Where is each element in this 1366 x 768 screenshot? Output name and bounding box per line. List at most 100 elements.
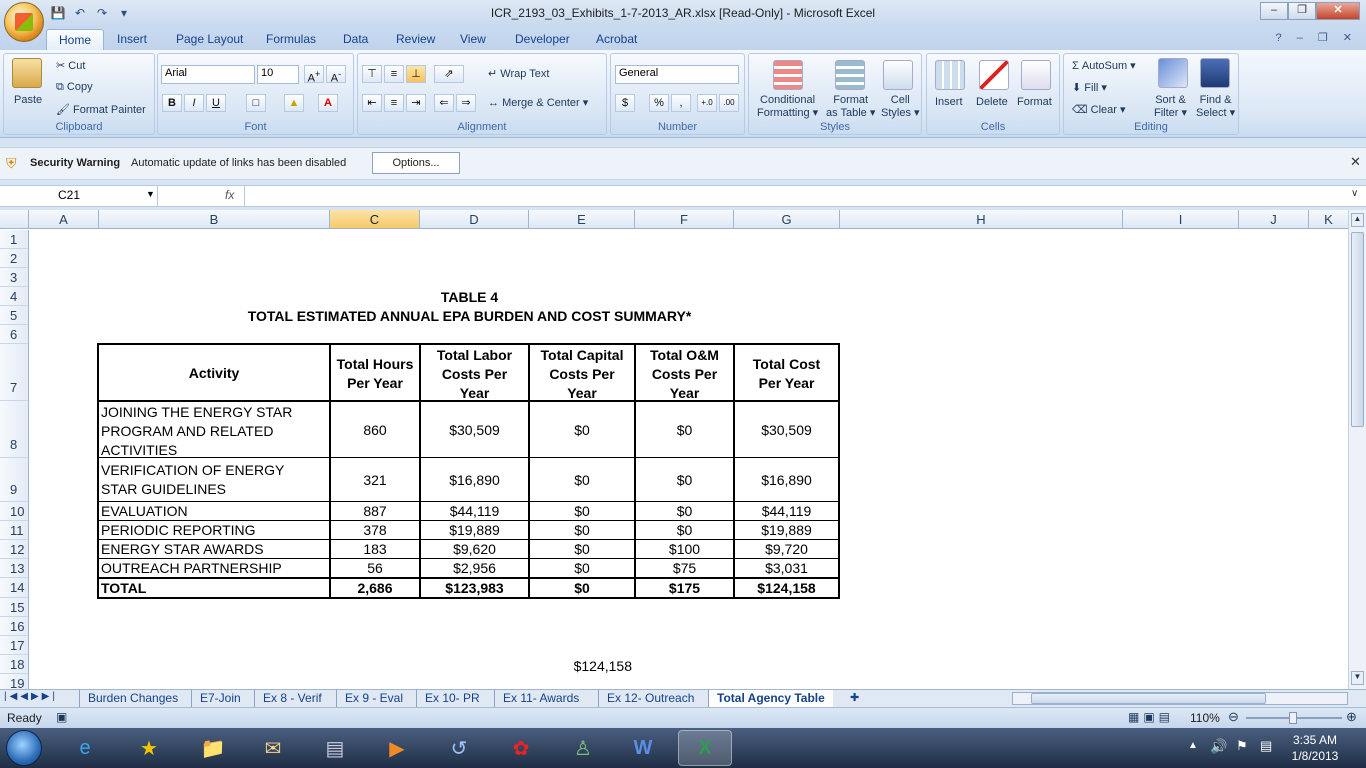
om-cell[interactable]: $100 — [636, 541, 733, 557]
insert-sheet-icon[interactable]: ✚ — [850, 691, 859, 704]
hours-cell[interactable]: 860 — [331, 422, 419, 438]
column-header[interactable]: B — [99, 210, 330, 229]
total-cell[interactable]: $30,509 — [735, 422, 838, 438]
borders-icon[interactable]: □ — [246, 94, 266, 112]
vertical-scrollbar[interactable]: ▲ ▼ — [1348, 210, 1366, 689]
zoom-slider-thumb[interactable] — [1289, 712, 1297, 724]
format-painter-button[interactable]: 🖌 Format Painter — [56, 103, 146, 116]
om-cell[interactable]: $0 — [636, 472, 733, 488]
format-as-table-button[interactable]: Format as Table ▾ — [826, 94, 875, 120]
labor-cell[interactable]: $9,620 — [421, 541, 528, 557]
scroll-down-icon[interactable]: ▼ — [1351, 671, 1364, 685]
options-button[interactable]: Options... — [372, 152, 460, 174]
sort-filter-button[interactable]: Sort & Filter ▾ — [1154, 94, 1187, 120]
activity-cell[interactable]: VERIFICATION OF ENERGY STAR GUIDELINES — [101, 461, 284, 499]
name-box[interactable]: C21 — [0, 186, 158, 206]
show-hidden-icons-icon[interactable]: ▲ — [1188, 740, 1198, 751]
insert-function-button[interactable]: fx — [225, 188, 234, 202]
name-box-dropdown-icon[interactable]: ▼ — [146, 189, 155, 199]
decrease-indent-icon[interactable]: ⇐ — [434, 94, 454, 112]
labor-cell[interactable]: $30,509 — [421, 422, 528, 438]
increase-decimal-button[interactable]: +.0 — [697, 94, 717, 112]
capital-cell[interactable]: $0 — [530, 422, 634, 438]
om-cell[interactable]: $0 — [636, 522, 733, 538]
activity-cell[interactable]: OUTREACH PARTNERSHIP — [101, 560, 282, 576]
customize-qat-icon[interactable]: ▾ — [116, 5, 132, 21]
horizontal-scrollbar[interactable] — [1012, 692, 1348, 705]
bold-button[interactable]: B — [162, 94, 182, 112]
cut-button[interactable]: ✂ Cut — [56, 59, 85, 72]
capital-cell[interactable]: $0 — [530, 522, 634, 538]
conditional-formatting-icon[interactable] — [773, 60, 803, 90]
sync-icon[interactable]: ↺ — [432, 730, 486, 766]
outlook-icon[interactable]: ✉ — [246, 730, 300, 766]
favorites-star-icon[interactable]: ★ — [122, 730, 176, 766]
sheet-tab[interactable]: E7-Join — [191, 690, 249, 707]
autosum-button[interactable]: Σ AutoSum ▾ — [1072, 59, 1136, 72]
remote-desktop-icon[interactable]: ▤ — [308, 730, 362, 766]
align-right-icon[interactable]: ⇥ — [406, 94, 426, 112]
sheet-tab[interactable]: Ex 9 - Eval — [336, 690, 411, 707]
tab-acrobat[interactable]: Acrobat — [596, 32, 637, 46]
sheet-tab[interactable]: Ex 8 - Verif — [254, 690, 330, 707]
restore-button[interactable]: ❐ — [1288, 2, 1316, 20]
percent-button[interactable]: % — [649, 94, 669, 112]
clear-button[interactable]: ⌫ Clear ▾ — [1072, 103, 1126, 116]
capital-cell[interactable]: $0 — [530, 541, 634, 557]
total-cell[interactable]: $3,031 — [735, 560, 838, 576]
row-header[interactable]: 5 — [0, 306, 29, 325]
labor-cell[interactable]: $16,890 — [421, 472, 528, 488]
column-header[interactable]: I — [1123, 210, 1239, 229]
shrink-font-button[interactable]: A- — [326, 65, 346, 85]
sort-filter-icon[interactable] — [1158, 58, 1188, 88]
labor-cell[interactable]: $44,119 — [421, 503, 528, 519]
total-labor-cell[interactable]: $123,983 — [421, 580, 528, 596]
insert-cells-button[interactable]: Insert — [935, 96, 963, 108]
format-cells-icon[interactable] — [1021, 60, 1051, 90]
column-header[interactable]: C — [330, 210, 420, 229]
total-label-cell[interactable]: TOTAL — [101, 580, 146, 596]
tab-page-layout[interactable]: Page Layout — [176, 32, 243, 46]
activity-cell[interactable]: PERIODIC REPORTING — [101, 522, 256, 538]
row-header[interactable]: 19 — [0, 674, 29, 689]
column-header[interactable]: G — [734, 210, 840, 229]
scroll-up-icon[interactable]: ▲ — [1351, 213, 1364, 227]
merge-center-button[interactable]: ↔ Merge & Center ▾ — [488, 96, 588, 109]
minimize-button[interactable]: – — [1260, 2, 1288, 20]
om-cell[interactable]: $0 — [636, 503, 733, 519]
copy-button[interactable]: ⧉ Copy — [56, 81, 93, 94]
om-cell[interactable]: $75 — [636, 560, 733, 576]
row-header[interactable]: 11 — [0, 521, 29, 540]
hours-cell[interactable]: 887 — [331, 503, 419, 519]
row-header[interactable]: 7 — [0, 344, 29, 401]
column-header[interactable]: A — [29, 210, 99, 229]
align-left-icon[interactable]: ⇤ — [362, 94, 382, 112]
hours-cell[interactable]: 321 — [331, 472, 419, 488]
find-select-icon[interactable] — [1200, 58, 1230, 88]
sheet-tab-active[interactable]: Total Agency Table — [708, 690, 833, 707]
number-format-select[interactable]: General — [615, 65, 739, 84]
cell-e18[interactable]: $124,158 — [529, 658, 635, 674]
italic-button[interactable]: I — [184, 94, 204, 112]
tab-insert[interactable]: Insert — [117, 32, 147, 46]
close-button[interactable]: ✕ — [1316, 2, 1360, 20]
h-scroll-thumb[interactable] — [1031, 693, 1266, 704]
total-cell[interactable]: $44,119 — [735, 503, 838, 519]
align-top-icon[interactable]: ⊤ — [362, 65, 382, 83]
formula-input[interactable] — [244, 186, 1348, 206]
total-cell[interactable]: $9,720 — [735, 541, 838, 557]
row-header[interactable]: 17 — [0, 636, 29, 655]
column-header[interactable]: J — [1239, 210, 1309, 229]
row-header[interactable]: 6 — [0, 325, 29, 344]
sheet-tab[interactable]: Ex 11- Awards — [494, 690, 587, 707]
tab-formulas[interactable]: Formulas — [266, 32, 316, 46]
network-icon[interactable]: ▤ — [1260, 738, 1272, 754]
column-header[interactable]: H — [840, 210, 1123, 229]
row-header[interactable]: 1 — [0, 230, 29, 249]
align-middle-icon[interactable]: ≡ — [384, 65, 404, 83]
tab-home[interactable]: Home — [46, 29, 105, 51]
row-header[interactable]: 18 — [0, 655, 29, 674]
tab-view[interactable]: View — [460, 32, 486, 46]
total-cell[interactable]: $19,889 — [735, 522, 838, 538]
undo-icon[interactable]: ↶ — [72, 5, 88, 21]
